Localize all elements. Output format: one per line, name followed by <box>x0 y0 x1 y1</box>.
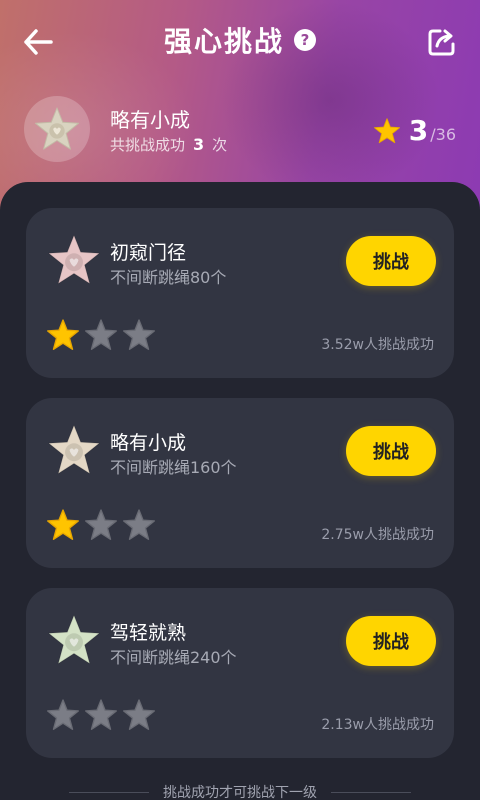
top-bar: 强心挑战 ? <box>0 0 480 80</box>
star-empty-icon <box>122 698 156 736</box>
challenge-stars <box>46 508 156 546</box>
challenge-title: 略有小成 <box>110 432 187 454</box>
share-icon <box>428 29 455 56</box>
challenge-card: 驾轻就熟 不间断跳绳240个 挑战 2.13w人挑战成功 <box>26 588 454 758</box>
challenge-title: 驾轻就熟 <box>110 622 187 644</box>
star-empty-icon <box>122 508 156 546</box>
challenge-description: 不间断跳绳80个 <box>110 268 227 287</box>
star-empty-icon <box>84 698 118 736</box>
challenge-screen: 强心挑战 ? 略有小成 共挑战成功 3 次 3 /36 初窥门径 不间断跳绳80… <box>0 0 480 800</box>
challenge-card: 略有小成 不间断跳绳160个 挑战 2.75w人挑战成功 <box>26 398 454 568</box>
challenge-title: 初窥门径 <box>110 242 187 264</box>
stars-total: /36 <box>430 125 456 144</box>
challenge-stars <box>46 318 156 356</box>
star-empty-icon <box>122 318 156 356</box>
divider-line <box>331 791 411 793</box>
challenge-description: 不间断跳绳160个 <box>110 458 237 477</box>
level-badge <box>46 232 102 288</box>
challenge-success-count: 3.52w人挑战成功 <box>321 337 434 353</box>
challenge-success-count: 2.13w人挑战成功 <box>321 717 434 733</box>
challenge-button[interactable]: 挑战 <box>346 236 436 286</box>
profile-success-line: 共挑战成功 3 次 <box>110 134 227 155</box>
profile-badge <box>24 96 90 162</box>
success-unit: 次 <box>212 136 228 154</box>
success-count: 3 <box>193 135 205 154</box>
star-icon <box>373 117 400 143</box>
star-badge-icon <box>48 234 100 285</box>
star-filled-icon <box>46 318 80 356</box>
star-filled-icon <box>46 508 80 546</box>
footer-note: 挑战成功才可挑战下一级 <box>0 782 480 800</box>
challenge-success-count: 2.75w人挑战成功 <box>321 527 434 543</box>
star-empty-icon <box>46 698 80 736</box>
star-empty-icon <box>84 508 118 546</box>
challenge-stars <box>46 698 156 736</box>
star-badge-icon <box>48 614 100 665</box>
challenge-button[interactable]: 挑战 <box>346 426 436 476</box>
challenge-card: 初窥门径 不间断跳绳80个 挑战 3.52w人挑战成功 <box>26 208 454 378</box>
profile-summary: 略有小成 共挑战成功 3 次 3 /36 <box>24 96 464 166</box>
success-label: 共挑战成功 <box>110 136 186 154</box>
divider-line <box>69 791 149 793</box>
challenge-button[interactable]: 挑战 <box>346 616 436 666</box>
level-badge <box>46 612 102 668</box>
level-badge <box>46 422 102 478</box>
star-badge-icon <box>48 424 100 475</box>
star-badge-icon <box>34 107 80 150</box>
help-icon[interactable]: ? <box>294 29 316 51</box>
star-empty-icon <box>84 318 118 356</box>
profile-level-name: 略有小成 <box>110 108 190 132</box>
page-title: 强心挑战 <box>163 25 284 58</box>
challenge-description: 不间断跳绳240个 <box>110 648 237 667</box>
footer-text: 挑战成功才可挑战下一级 <box>163 785 317 800</box>
star-total: 3 /36 <box>373 114 456 147</box>
title-group: 强心挑战 ? <box>0 20 480 60</box>
share-button[interactable] <box>422 22 462 62</box>
challenge-list: 初窥门径 不间断跳绳80个 挑战 3.52w人挑战成功 略有小成 不间断跳绳16… <box>0 182 480 800</box>
stars-earned: 3 <box>408 114 429 147</box>
